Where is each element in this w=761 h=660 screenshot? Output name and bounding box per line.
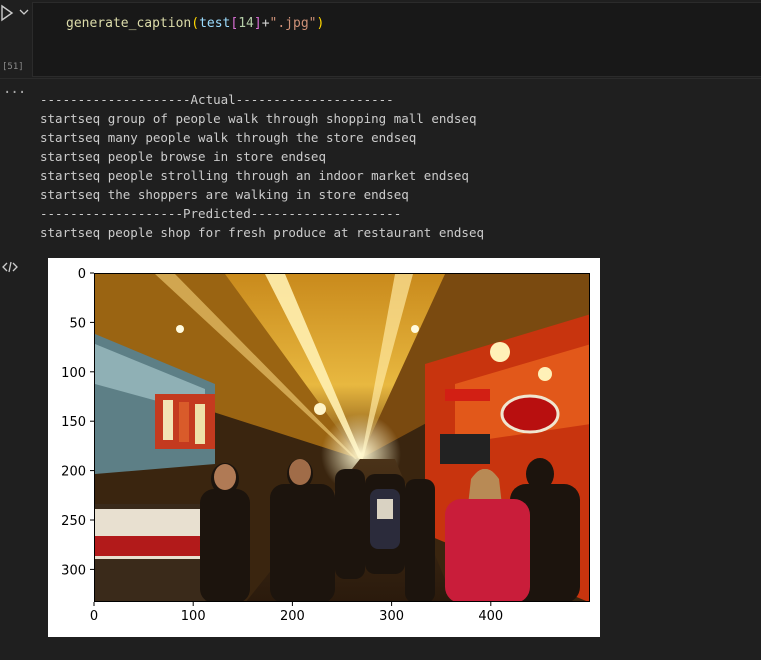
output-line: startseq group of people walk through sh…	[40, 111, 477, 126]
y-tick-label: 300	[61, 563, 86, 578]
code-token-string: ".jpg"	[269, 16, 317, 31]
output-line: -------------------Predicted------------…	[40, 206, 402, 221]
y-tick-label: 50	[69, 316, 86, 331]
y-tick-label: 150	[61, 415, 86, 430]
y-tick-label: 250	[61, 514, 86, 529]
output-line: startseq people strolling through an ind…	[40, 168, 469, 183]
output-line: startseq people browse in store endseq	[40, 149, 326, 164]
y-tick-label: 200	[61, 465, 86, 480]
x-tick-label: 200	[280, 609, 305, 624]
x-tick-label: 300	[379, 609, 404, 624]
code-token-paren: (	[191, 16, 200, 31]
output-line: startseq people shop for fresh produce a…	[40, 225, 485, 240]
chevron-down-icon[interactable]	[18, 6, 30, 18]
code-icon[interactable]	[2, 260, 18, 274]
code-token-bracket: ]	[253, 16, 262, 31]
y-tick-label: 0	[78, 267, 86, 282]
x-tick-label: 400	[478, 609, 503, 624]
execution-count: [51]	[2, 62, 24, 72]
code-line[interactable]: generate_caption(test[14]+".jpg")	[66, 16, 324, 31]
y-tick-label: 100	[61, 366, 86, 381]
output-line: --------------------Actual--------------…	[40, 92, 394, 107]
code-token-operator: +	[261, 16, 270, 31]
output-line: startseq many people walk through the st…	[40, 130, 417, 145]
output-line: startseq the shoppers are walking in sto…	[40, 187, 409, 202]
cell-output-text: --------------------Actual--------------…	[40, 90, 484, 242]
x-tick-label: 0	[90, 609, 98, 624]
code-token-paren: )	[316, 16, 325, 31]
code-cell-editor[interactable]: generate_caption(test[14]+".jpg")	[32, 2, 761, 77]
code-token-number: 14	[238, 16, 254, 31]
x-tick-label: 100	[181, 609, 206, 624]
image-plot-figure: 0 100 200 300 400 0 50 100 150 200 250 300	[48, 258, 600, 637]
cell-divider	[0, 78, 761, 79]
run-icon[interactable]	[0, 4, 14, 22]
code-token-variable: test	[199, 16, 231, 31]
more-dots-icon[interactable]: ···	[3, 86, 26, 100]
plot-axes: 0 100 200 300 400 0 50 100 150 200 250 300	[61, 267, 503, 624]
code-token-function: generate_caption	[66, 16, 192, 31]
